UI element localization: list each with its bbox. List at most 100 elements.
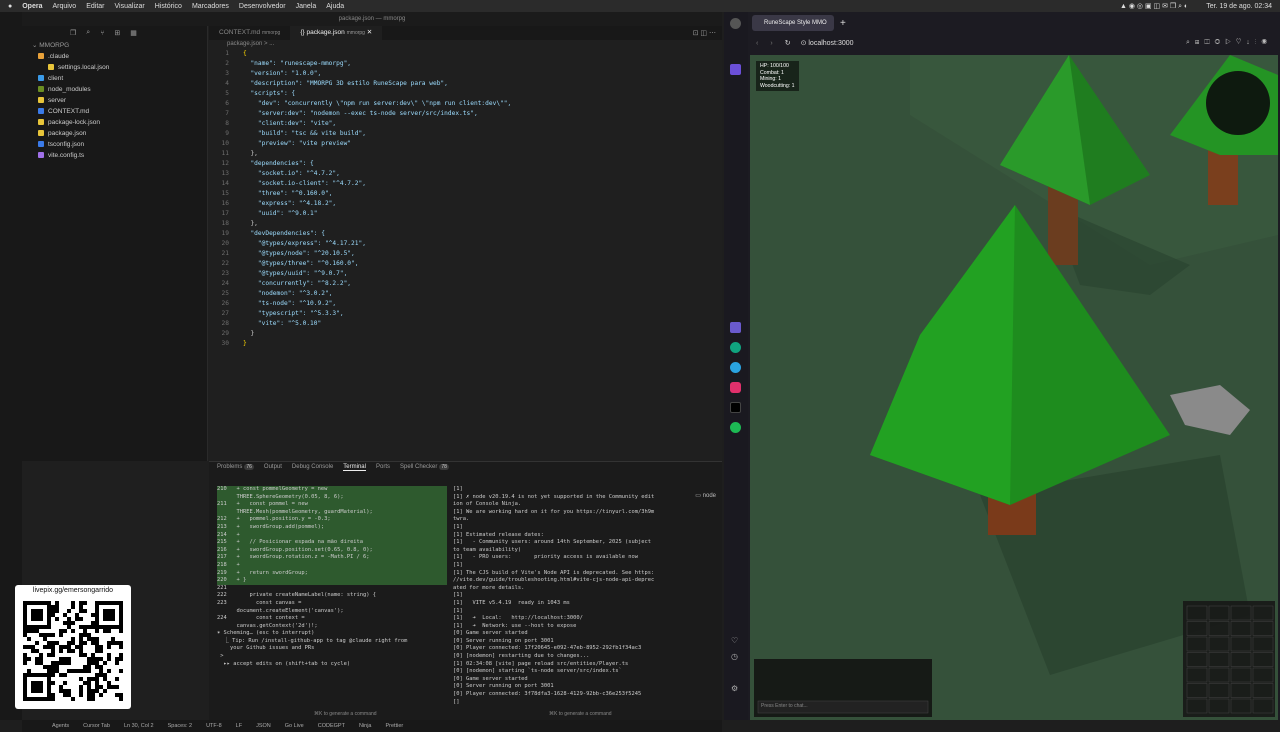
terminal-line: [0] [nodemon] restarting due to changes.… [453, 653, 590, 660]
explorer-item[interactable]: package-lock.json [22, 117, 207, 128]
line-number: 29 [221, 330, 229, 337]
status-item[interactable]: JSON [256, 723, 271, 729]
layout-icon[interactable]: ▦ [130, 29, 137, 37]
menu-item[interactable]: Desenvolvedor [239, 3, 286, 10]
terminal-line: [] [453, 698, 460, 705]
heart-icon[interactable]: ♡ [731, 636, 738, 645]
explorer-item[interactable]: node_modules [22, 84, 207, 95]
panel-tab[interactable]: Spell Checker 78 [400, 464, 449, 470]
aria-icon[interactable] [730, 322, 741, 333]
search-icon[interactable]: ⌕ [86, 29, 90, 37]
status-item[interactable]: Agents [52, 723, 69, 729]
explorer-item[interactable]: server [22, 95, 207, 106]
x-icon[interactable] [730, 402, 741, 413]
line-number: 16 [221, 200, 229, 207]
status-item[interactable]: Spaces: 2 [168, 723, 192, 729]
line-number: 9 [225, 130, 229, 137]
qr-module [55, 601, 59, 605]
terminal-server-log[interactable]: [1] [1] ✗ node v20.19.4 is not yet suppor… [453, 486, 683, 716]
panel-tab[interactable]: Output [264, 464, 282, 470]
menu-item[interactable]: Arquivo [52, 3, 76, 10]
menu-item[interactable]: Editar [86, 3, 104, 10]
qr-module [103, 689, 107, 693]
tab-context-md[interactable]: CONTEXT.md mmorpg [209, 26, 290, 40]
minimap[interactable] [1206, 71, 1270, 135]
code-text: "@types/node": "^20.10.5", [243, 250, 355, 257]
explorer-item[interactable]: settings.local.json [22, 62, 207, 73]
qr-module [51, 613, 55, 617]
code-text: "description": "MMORPG 3D estilo RuneSca… [243, 80, 448, 87]
close-icon[interactable]: ✕ [367, 29, 372, 36]
tab-package-json[interactable]: {} package.json mmorpg ✕ [290, 26, 383, 40]
telegram-icon[interactable] [730, 362, 741, 373]
qr-module [23, 697, 27, 701]
status-item[interactable]: Cursor Tab [83, 723, 110, 729]
status-item[interactable]: Ninja [359, 723, 372, 729]
panel-tab[interactable]: Problems 76 [217, 464, 254, 470]
url-field[interactable]: ⊙ localhost:3000 [801, 39, 854, 47]
explorer-item[interactable]: tsconfig.json [22, 139, 207, 150]
menu-item[interactable]: Ajuda [326, 3, 344, 10]
qr-module [63, 629, 67, 633]
status-item[interactable]: LF [236, 723, 242, 729]
status-item[interactable]: UTF-8 [206, 723, 222, 729]
clock[interactable]: Ter. 19 de ago. 02:34 [1206, 3, 1272, 10]
code-line: 20 "@types/express": "^4.17.21", [209, 239, 722, 249]
file-explorer: ❐ ⌕ ⑂ ⊞ ▦ ⌄ MMORPG .claude settings.local… [22, 26, 208, 461]
game-viewport[interactable]: HP: 100/100 Combat: 1 Mining: 1 Woodcutting… [750, 55, 1278, 720]
explorer-item[interactable]: CONTEXT.md [22, 106, 207, 117]
reload-icon[interactable]: ↻ [785, 39, 791, 47]
instagram-icon[interactable] [730, 382, 741, 393]
explorer-item[interactable]: vite.config.ts [22, 150, 207, 161]
qr-module [71, 629, 75, 633]
menu-item[interactable]: Marcadores [192, 3, 229, 10]
settings-icon[interactable]: ⚙ [731, 684, 738, 693]
new-tab-icon[interactable]: + [840, 18, 846, 29]
breadcrumb[interactable]: package.json > ... [209, 40, 722, 49]
home-icon[interactable] [730, 18, 741, 29]
code-text: "nodemon": "^3.0.2", [243, 290, 333, 297]
terminal-line: 216 + swordGroup.position.set(0.65, 0.8,… [217, 546, 447, 555]
toolbar-icons[interactable]: ⌕⊞◫◎▷♡↓⋮◉ [1186, 39, 1272, 47]
status-item[interactable]: Ln 30, Col 2 [124, 723, 154, 729]
browser-tab-game[interactable]: RuneScape Style MMO [752, 15, 834, 31]
extensions-icon[interactable]: ⊞ [114, 29, 120, 37]
menu-item[interactable]: Janela [296, 3, 317, 10]
panel-tab[interactable]: Terminal [343, 464, 366, 471]
spotify-icon[interactable] [730, 422, 741, 433]
copy-icon[interactable]: ❐ [70, 29, 76, 37]
menu-app-name[interactable]: Opera [22, 3, 42, 10]
code-line: 17 "uuid": "^9.0.1" [209, 209, 722, 219]
status-item[interactable]: CODEGPT [318, 723, 345, 729]
apple-icon[interactable]: ● [8, 3, 12, 10]
panel-tab[interactable]: Debug Console [292, 464, 333, 470]
qr-module [31, 613, 35, 617]
status-item[interactable]: Go Live [285, 723, 304, 729]
status-icons[interactable]: ▲ ◉ ◎ ▣ ◫ ✉ ❒ ⌕ ◐ [1120, 2, 1188, 11]
terminal-line: [1] [453, 486, 463, 492]
panel-tab[interactable]: Ports [376, 464, 390, 470]
status-item[interactable]: Prettier [385, 723, 403, 729]
editor-actions[interactable]: ⊡ ◫ ⋯ [693, 29, 722, 37]
code-content[interactable]: 1{2 "name": "runescape-mmorpg", 3 "versio… [209, 49, 722, 349]
explorer-item[interactable]: client [22, 73, 207, 84]
explorer-item-label: vite.config.ts [48, 152, 85, 159]
qr-module [83, 609, 87, 613]
forward-icon[interactable]: › [770, 40, 772, 47]
qr-module [23, 653, 27, 657]
terminal-instance-label[interactable]: ▭ node [695, 492, 716, 499]
qr-module [47, 609, 51, 613]
chatgpt-icon[interactable] [730, 342, 741, 353]
code-line: 4 "description": "MMORPG 3D estilo RuneS… [209, 79, 722, 89]
explorer-root[interactable]: ⌄ MMORPG [22, 40, 207, 51]
menu-item[interactable]: Histórico [155, 3, 182, 10]
explorer-item[interactable]: .claude [22, 51, 207, 62]
terminal-claude[interactable]: 210 + const pommelGeometry = new THREE.S… [217, 486, 447, 716]
back-icon[interactable]: ‹ [756, 40, 758, 47]
workspace-icon[interactable] [730, 64, 741, 75]
menu-item[interactable]: Visualizar [115, 3, 145, 10]
branch-icon[interactable]: ⑂ [100, 30, 104, 37]
explorer-item[interactable]: package.json [22, 128, 207, 139]
terminal-line: [1] [453, 523, 463, 530]
history-icon[interactable]: ◷ [731, 652, 738, 661]
